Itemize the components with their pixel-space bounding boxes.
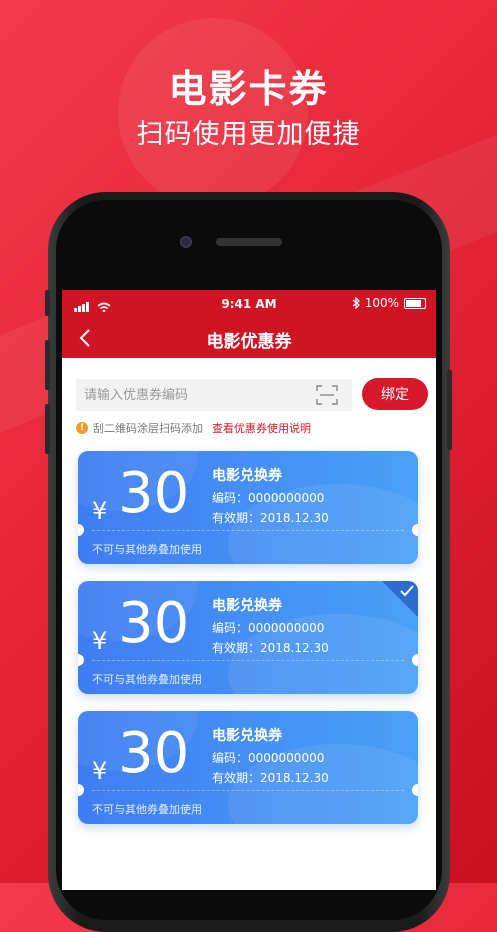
phone-power-button [447,370,452,450]
nav-bar: 电影优惠券 [62,318,436,358]
coupon-title: 电影兑换券 [212,598,282,614]
promo-subtitle: 扫码使用更加便捷 [136,119,361,150]
bluetooth-icon [352,297,360,309]
coupon-title: 电影兑换券 [212,728,282,744]
coupon-card[interactable]: ¥ 30 电影兑换券 编码：0000000000 有效期：2018.12.30 … [78,711,418,824]
bind-button[interactable]: 绑定 [362,378,428,410]
coupon-expiry: 有效期：2018.12.30 [212,641,329,655]
coupon-code-input[interactable] [84,379,309,411]
card-notch [78,784,84,796]
card-divider [92,530,404,531]
battery-icon [404,297,426,309]
battery-percent: 100% [364,296,399,310]
coupon-title: 电影兑换券 [212,468,282,484]
coupon-expiry: 有效期：2018.12.30 [212,771,329,785]
card-notch [78,524,84,536]
tip-row: ! 刮二维码涂层扫码添加 查看优惠券使用说明 [76,420,311,436]
status-bar: 9:41 AM 100% [62,290,436,318]
coupon-code-box [76,379,352,411]
coupon-code: 编码：0000000000 [212,621,325,635]
promo-title: 电影卡券 [168,67,329,111]
camera-icon [180,236,192,248]
card-notch [412,784,418,796]
coupon-amount: 30 [118,721,190,786]
phone-volume-down-button [45,404,50,454]
scan-icon[interactable] [316,385,338,405]
warning-icon: ! [76,422,88,434]
coupon-card[interactable]: ¥ 30 电影兑换券 编码：0000000000 有效期：2018.12.30 … [78,451,418,564]
currency-symbol: ¥ [92,497,108,525]
coupon-code: 编码：0000000000 [212,491,325,505]
status-right: 100% [352,296,426,310]
coupon-note: 不可与其他券叠加使用 [92,543,202,556]
currency-symbol: ¥ [92,627,108,655]
speaker-grille [216,238,282,246]
coupon-amount: 30 [118,591,190,656]
tip-text: 刮二维码涂层扫码添加 [93,422,203,435]
coupon-note: 不可与其他券叠加使用 [92,673,202,686]
card-notch [412,654,418,666]
page-title: 电影优惠券 [206,332,292,352]
card-notch [78,654,84,666]
phone-mute-button [45,290,50,316]
checkmark-icon [400,585,414,597]
coupon-expiry: 有效期：2018.12.30 [212,511,329,525]
coupon-amount: 30 [118,461,190,526]
usage-instructions-link[interactable]: 查看优惠券使用说明 [212,420,311,436]
coupon-note: 不可与其他券叠加使用 [92,803,202,816]
coupon-card-selected[interactable]: ¥ 30 电影兑换券 编码：0000000000 有效期：2018.12.30 … [78,581,418,694]
card-divider [92,660,404,661]
phone-volume-up-button [45,340,50,390]
app-screen: 9:41 AM 100% 电影优惠券 绑定 ! 刮二维码涂层扫码添加 查看优惠券… [62,290,436,890]
card-divider [92,790,404,791]
coupon-code: 编码：0000000000 [212,751,325,765]
card-notch [412,524,418,536]
currency-symbol: ¥ [92,757,108,785]
